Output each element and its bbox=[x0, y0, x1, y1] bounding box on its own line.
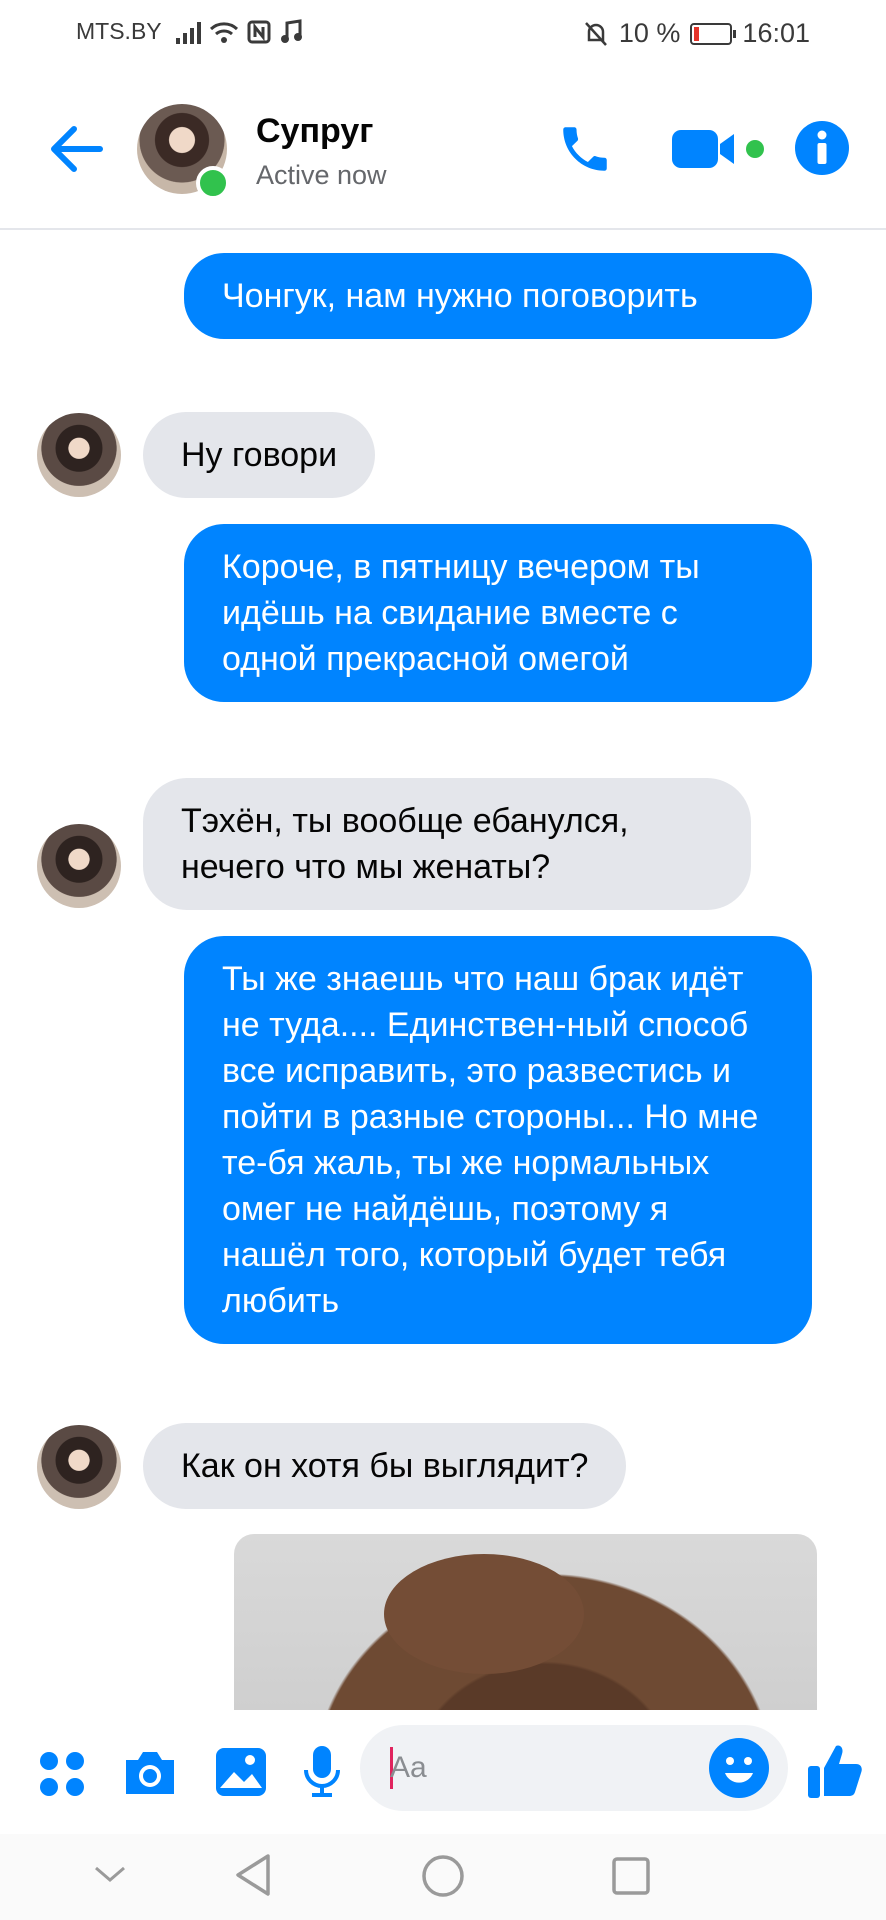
nfc-icon bbox=[247, 20, 271, 43]
sender-avatar[interactable] bbox=[37, 824, 121, 908]
gallery-icon[interactable] bbox=[214, 1746, 268, 1798]
clock: 16:01 bbox=[742, 18, 810, 48]
sender-avatar[interactable] bbox=[37, 1425, 121, 1509]
microphone-icon[interactable] bbox=[302, 1744, 342, 1800]
nav-back-icon[interactable] bbox=[232, 1852, 274, 1898]
emoji-icon[interactable] bbox=[708, 1737, 770, 1799]
nav-home-icon[interactable] bbox=[421, 1854, 465, 1898]
status-right: 10 % 16:01 bbox=[583, 18, 810, 49]
wifi-icon bbox=[209, 21, 238, 43]
contact-status: Active now bbox=[256, 160, 387, 190]
status-left: MTS.BY bbox=[76, 18, 303, 45]
composer-bar: Aa bbox=[0, 1710, 886, 1834]
message-incoming[interactable]: Как он хотя бы выглядит? bbox=[143, 1423, 627, 1509]
video-camera-icon[interactable] bbox=[670, 126, 770, 172]
message-outgoing[interactable]: Ты же знаешь что наш брак идёт не туда..… bbox=[184, 936, 812, 1344]
music-note-icon bbox=[280, 18, 302, 43]
sender-avatar[interactable] bbox=[37, 413, 121, 497]
message-photo[interactable] bbox=[234, 1534, 817, 1710]
apps-icon[interactable] bbox=[38, 1750, 86, 1798]
phone-icon[interactable] bbox=[556, 120, 614, 178]
chat-header: Супруг Active now bbox=[0, 72, 886, 230]
nav-recents-icon[interactable] bbox=[611, 1856, 651, 1896]
online-indicator bbox=[196, 166, 230, 200]
photo-detail bbox=[384, 1554, 584, 1674]
carrier-name: MTS.BY bbox=[76, 18, 162, 44]
message-incoming[interactable]: Ну говори bbox=[143, 412, 376, 498]
contact-name[interactable]: Супруг bbox=[256, 112, 373, 151]
like-icon[interactable] bbox=[806, 1740, 864, 1800]
info-icon[interactable] bbox=[794, 120, 850, 176]
battery-icon bbox=[690, 22, 737, 45]
signal-icon bbox=[175, 20, 201, 44]
nav-collapse-icon[interactable] bbox=[92, 1862, 128, 1886]
mute-bell-icon bbox=[584, 21, 607, 46]
camera-icon[interactable] bbox=[122, 1748, 178, 1798]
input-placeholder: Aa bbox=[390, 1751, 427, 1784]
battery-percent: 10 % bbox=[618, 18, 681, 48]
system-navigation-bar bbox=[0, 1834, 886, 1920]
message-outgoing[interactable]: Чонгук, нам нужно поговорить bbox=[184, 253, 812, 339]
back-arrow-icon[interactable] bbox=[46, 124, 106, 174]
message-incoming[interactable]: Тэхён, ты вообще ебанулся, нечего что мы… bbox=[143, 778, 751, 910]
message-outgoing[interactable]: Короче, в пятницу вечером ты идёшь на св… bbox=[184, 524, 812, 702]
status-bar: MTS.BY 10 % 16:01 bbox=[0, 0, 886, 72]
